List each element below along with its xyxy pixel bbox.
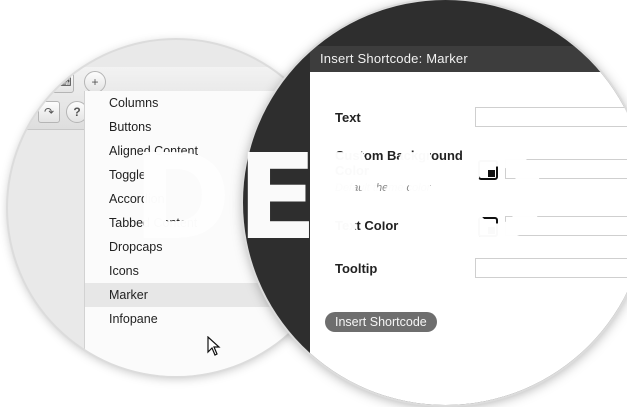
menu-item-label: Tabbed Content <box>109 216 198 230</box>
add-shortcode-icon[interactable]: + <box>84 71 106 93</box>
dialog-magnifier: Insert Shortcode: Marker Text Custom Bac… <box>243 0 627 405</box>
menu-item-label: Marker <box>109 288 148 302</box>
bg-color-swatch[interactable] <box>478 160 498 180</box>
undo-icon[interactable]: ↶ <box>10 101 32 123</box>
tooltip-label: Tooltip <box>335 261 378 276</box>
bg-color-input[interactable] <box>505 159 627 179</box>
redo-icon[interactable]: ↷ <box>38 101 60 123</box>
text-color-label: Text Color <box>335 218 399 233</box>
menu-item-label: Accordion <box>109 192 165 206</box>
insert-shortcode-button[interactable]: Insert Shortcode <box>325 312 437 332</box>
menu-item-label: Aligned Content <box>109 144 198 158</box>
text-input[interactable] <box>475 107 627 127</box>
menu-item-label: Dropcaps <box>109 240 163 254</box>
mouse-cursor-icon <box>207 336 221 356</box>
text-label: Text <box>335 110 361 125</box>
text-color-input[interactable] <box>505 216 627 236</box>
text-color-swatch[interactable] <box>478 217 498 237</box>
bg-color-hint: Default theme color <box>335 182 431 194</box>
dialog-title: Insert Shortcode: Marker <box>310 46 627 72</box>
bg-color-label: Custom Background Color <box>335 148 463 178</box>
tooltip-input[interactable] <box>475 258 627 278</box>
menu-item-label: Buttons <box>109 120 152 134</box>
shortcode-dialog: Insert Shortcode: Marker Text Custom Bac… <box>310 46 627 405</box>
menu-item-label: Icons <box>109 264 139 278</box>
menu-item-label: Columns <box>109 96 159 110</box>
menu-item-label: Infopane <box>109 312 158 326</box>
keyboard-icon[interactable]: ⌨ <box>52 71 74 93</box>
menu-item-label: Toggle <box>109 168 146 182</box>
